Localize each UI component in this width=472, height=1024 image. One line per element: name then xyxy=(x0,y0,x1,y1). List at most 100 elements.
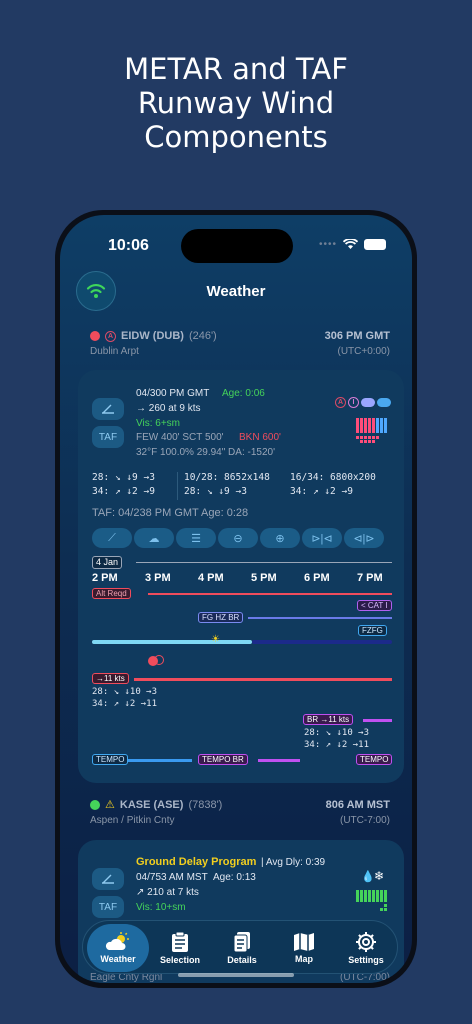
app-screen: 10:06 •••• Weather A EIDW (DUB) (246') 3… xyxy=(60,215,412,983)
sunset-icon: ☀ xyxy=(211,634,220,645)
alert-i-icon: I xyxy=(348,397,359,408)
daylight-bar xyxy=(92,640,252,644)
station-utc-offset: (UTC+0:00) xyxy=(337,346,390,357)
runway-group-1-line-1: 28: ↘ ↓9 →3 xyxy=(92,472,155,483)
zoom-out-button[interactable]: ⊖ xyxy=(218,528,258,548)
wx-history-icon xyxy=(356,418,390,444)
metar-wind: ↗ 210 at 7 kts xyxy=(136,887,199,898)
metar-clouds: FEW 400' SCT 500' xyxy=(136,432,224,443)
taf-button[interactable]: TAF xyxy=(92,426,124,448)
station-header-kase[interactable]: ⚠ KASE (ASE) (7838') 806 AM MST Aspen / … xyxy=(90,798,390,826)
list-icon: ☰ xyxy=(191,532,201,545)
station-elevation: (246') xyxy=(188,330,217,342)
metar-age: Age: 0:06 xyxy=(222,388,265,399)
fzfg-tag: FZFG xyxy=(358,625,387,636)
headline-line-3: Components xyxy=(144,120,328,154)
battery-icon xyxy=(364,239,386,250)
station-elevation: (7838') xyxy=(188,798,223,811)
metar-obs-time: 04/300 PM GMT xyxy=(136,388,210,399)
class-a-icon: A xyxy=(105,330,116,342)
station-utc-offset: (UTC-7:00) xyxy=(339,815,390,826)
timeline-hours: 2 PM 3 PM 4 PM 5 PM 6 PM 7 PM xyxy=(92,572,392,586)
tempo-br-tag: TEMPO BR xyxy=(198,754,248,765)
station-id: KASE (ASE) xyxy=(119,798,184,811)
hour-label: 6 PM xyxy=(304,572,330,584)
tab-details[interactable]: Details xyxy=(211,921,273,975)
hour-label: 2 PM xyxy=(92,572,118,584)
headline-line-2: Runway Wind xyxy=(137,86,335,120)
document-icon xyxy=(233,932,250,953)
signal-icon: •••• xyxy=(318,239,337,250)
metar-visibility: Vis: 10+sm xyxy=(136,902,186,913)
taf-button-label: TAF xyxy=(98,431,118,443)
precip-ring-icon xyxy=(154,655,164,665)
runway-group-3-line-2: 34: ↗ ↓2 →9 xyxy=(290,486,353,497)
tempo-bar-1 xyxy=(128,759,192,762)
list-tool-button[interactable]: ☰ xyxy=(176,528,216,548)
runway-icon-button[interactable] xyxy=(92,868,124,890)
station-id: EIDW (DUB) xyxy=(121,330,184,342)
tab-label: Weather xyxy=(100,954,136,964)
taf-button[interactable]: TAF xyxy=(92,896,124,918)
station-name: Dublin Arpt xyxy=(90,346,139,357)
wind-tag-1: →11 kts xyxy=(92,673,129,684)
metar-age: Age: 0:13 xyxy=(213,872,256,883)
tab-label: Settings xyxy=(348,955,384,965)
collapse-icon: ⊳|⊲ xyxy=(311,532,333,545)
tab-map[interactable]: Map xyxy=(273,921,335,975)
taf-button-label: TAF xyxy=(98,901,118,913)
runway-group-1-line-2: 34: ↗ ↓2 →9 xyxy=(92,486,155,497)
phone-frame: 10:06 •••• Weather A EIDW (DUB) (246') 3… xyxy=(55,210,417,988)
tab-selection[interactable]: Selection xyxy=(149,921,211,975)
nav-bar: Weather xyxy=(60,271,412,311)
metar-temperature: 32°F 100.0% 29.94" DA: -1520' xyxy=(136,447,275,458)
station-header-eidw[interactable]: A EIDW (DUB) (246') 306 PM GMT Dublin Ar… xyxy=(90,330,390,357)
tempo-br-bar xyxy=(258,759,300,762)
tab-settings[interactable]: Settings xyxy=(335,921,397,975)
status-icons: •••• xyxy=(319,239,386,250)
tab-weather[interactable]: Weather xyxy=(87,924,149,972)
expand-icon: ⊲|⊳ xyxy=(353,532,375,545)
page-title: Weather xyxy=(206,283,266,300)
zoom-in-icon: ⊕ xyxy=(275,532,285,545)
alt-reqd-tag: Alt Reqd xyxy=(92,588,131,599)
runway-group-2-line-1: 10/28: 8652x148 xyxy=(184,472,270,483)
tab-bar: Weather Selection Details Map Settings xyxy=(82,920,398,974)
zoom-out-icon: ⊖ xyxy=(233,532,243,545)
map-icon xyxy=(294,933,314,951)
weather-tool-button[interactable]: ☁ xyxy=(134,528,174,548)
cloud-sun-icon xyxy=(377,398,391,407)
wind-components-1a: 28: ↘ ↓10 →3 xyxy=(92,687,158,697)
weather-icon xyxy=(105,932,129,950)
metar-visibility: Vis: 6+sm xyxy=(136,418,180,429)
station-local-time: 306 PM GMT xyxy=(324,330,390,342)
collapse-button[interactable]: ⊳|⊲ xyxy=(302,528,342,548)
wifi-status-icon xyxy=(343,239,358,249)
wind-components-2a: 28: ↘ ↓10 →3 xyxy=(304,728,370,738)
runway-tool-button[interactable]: ⟋ xyxy=(92,528,132,548)
dynamic-island xyxy=(181,229,293,263)
metar-wind: → 260 at 9 kts xyxy=(136,403,201,414)
tempo-tag-1: TEMPO xyxy=(92,754,129,765)
hour-label: 4 PM xyxy=(198,572,224,584)
cloud-icon xyxy=(361,398,375,407)
zoom-in-button[interactable]: ⊕ xyxy=(260,528,300,548)
wind-components-1b: 34: ↗ ↓2 →11 xyxy=(92,699,158,709)
fg-hz-br-bar xyxy=(248,617,392,619)
timeline-date-line xyxy=(136,562,392,563)
headline-line-1: METAR and TAF xyxy=(124,52,348,86)
tab-label: Selection xyxy=(159,955,200,965)
runway-icon xyxy=(102,404,114,414)
metar-wind-value: 260 at 9 kts xyxy=(148,403,201,414)
expand-button[interactable]: ⊲|⊳ xyxy=(344,528,384,548)
night-bar xyxy=(252,640,392,644)
wx-history-icon xyxy=(356,890,390,917)
runway-group-3-line-1: 16/34: 6800x200 xyxy=(290,472,376,483)
runway-icon-button[interactable] xyxy=(92,398,124,420)
snow-icon: ❄ xyxy=(374,869,385,883)
promo-headline: METAR and TAF Runway Wind Components xyxy=(0,52,472,154)
fg-hz-br-tag: FG HZ BR xyxy=(198,612,244,623)
storm-icon: ☁ xyxy=(148,532,160,545)
wind-components-2b: 34: ↗ ↓2 →11 xyxy=(304,740,370,750)
metar-wind-value: 210 at 7 kts xyxy=(147,887,199,898)
